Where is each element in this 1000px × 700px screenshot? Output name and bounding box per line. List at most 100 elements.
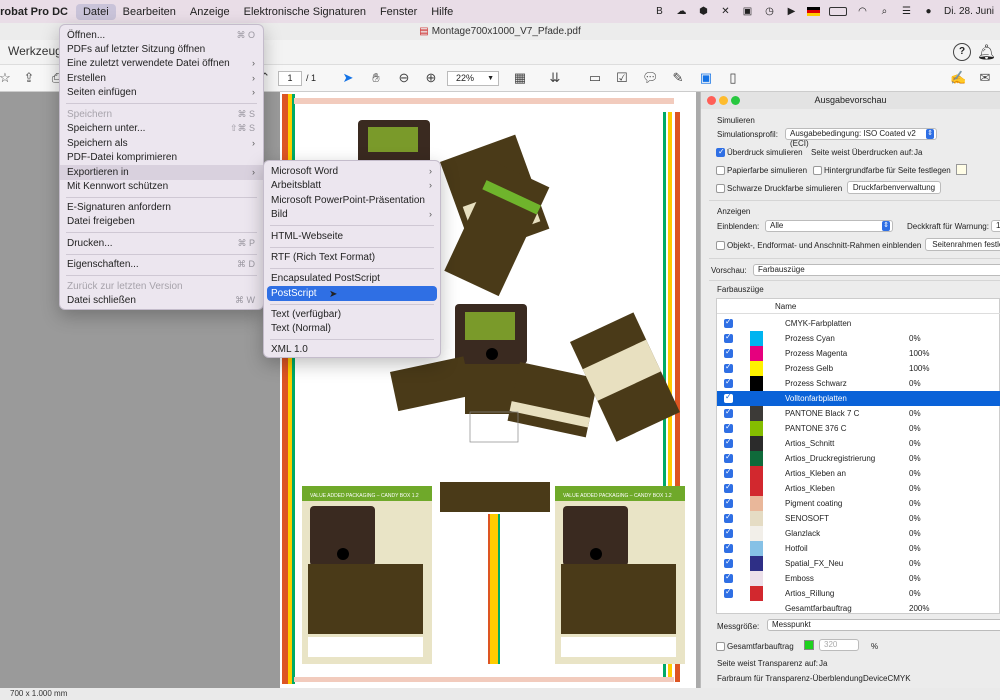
wifi-icon[interactable]: ◠	[856, 5, 869, 18]
menu-item-speichern-unter[interactable]: Speichern unter... ⇧⌘ S	[60, 121, 263, 136]
row-checkbox[interactable]	[724, 572, 733, 583]
play-icon[interactable]: ▶	[785, 5, 798, 18]
row-checkbox[interactable]	[724, 557, 733, 568]
table-row[interactable]: Pigment coating 0%	[717, 496, 1000, 511]
battery-icon[interactable]	[828, 7, 847, 16]
row-checkbox[interactable]	[724, 512, 733, 523]
table-row[interactable]: Artios_Kleben an 0%	[717, 466, 1000, 481]
gesamt-color-swatch[interactable]	[804, 640, 814, 650]
menu-hilfe[interactable]: Hilfe	[424, 4, 460, 20]
menu-item-drucken[interactable]: Drucken... ⌘ P	[60, 236, 263, 251]
menu-item-kennwort[interactable]: Mit Kennwort schützen	[60, 179, 263, 194]
row-checkbox[interactable]	[724, 407, 733, 418]
table-row[interactable]: CMYK-Farbplatten	[717, 316, 1000, 331]
menu-item-oeffnen[interactable]: Öffnen... ⌘ O	[60, 28, 263, 43]
hexagon-icon[interactable]: ⬢	[697, 5, 710, 18]
select-arrow-icon[interactable]: ➤	[340, 70, 356, 86]
menu-item-e-signaturen[interactable]: E-Signaturen anfordern	[60, 200, 263, 215]
siri-icon[interactable]: ●	[922, 5, 935, 18]
objekt-checkbox[interactable]	[716, 241, 725, 250]
email-icon[interactable]: ✉	[977, 70, 993, 86]
export-xml[interactable]: XML 1.0	[264, 342, 440, 357]
page-number-input[interactable]: 1	[278, 71, 302, 86]
ueberdruck-checkbox[interactable]	[716, 147, 725, 157]
menu-item-seiten-einfuegen[interactable]: Seiten einfügen ›	[60, 85, 263, 100]
table-row[interactable]: PANTONE 376 C 0%	[717, 421, 1000, 436]
einblenden-select[interactable]: Alle ⇕	[765, 220, 893, 232]
table-row[interactable]: Artios_Kleben 0%	[717, 481, 1000, 496]
export-html[interactable]: HTML-Webseite	[264, 229, 440, 244]
maximize-icon[interactable]	[731, 96, 740, 105]
export-text-verfuegbar[interactable]: Text (verfügbar)	[264, 307, 440, 322]
page-layout-icon[interactable]: ▦	[512, 70, 528, 86]
hand-tool-icon[interactable]: ✋︎	[368, 70, 384, 86]
table-row[interactable]: Artios_Schnitt 0%	[717, 436, 1000, 451]
row-checkbox[interactable]	[724, 422, 733, 433]
german-flag-icon[interactable]	[806, 7, 820, 16]
help-icon[interactable]: ?	[953, 43, 971, 61]
row-checkbox[interactable]	[724, 347, 733, 358]
table-row[interactable]: Hotfoil 0%	[717, 541, 1000, 556]
row-checkbox[interactable]	[724, 377, 733, 388]
menu-item-erstellen[interactable]: Erstellen ›	[60, 71, 263, 86]
menu-datei[interactable]: Datei	[75, 3, 116, 20]
table-row[interactable]: Prozess Magenta 100%	[717, 346, 1000, 361]
row-checkbox[interactable]	[724, 392, 733, 403]
export-word[interactable]: Microsoft Word ›	[264, 164, 440, 179]
hintergrund-checkbox[interactable]	[813, 166, 822, 175]
menu-bearbeiten[interactable]: Bearbeiten	[116, 4, 183, 20]
export-postscript[interactable]: PostScript	[267, 286, 437, 301]
deckkraft-input[interactable]: 10	[991, 220, 1000, 232]
close-icon[interactable]	[707, 96, 716, 105]
messgroesse-select[interactable]: Messpunkt	[767, 619, 1000, 631]
schwarz-checkbox[interactable]	[716, 184, 725, 193]
comment-icon[interactable]: 💬︎	[642, 70, 659, 86]
output-preview-icon[interactable]: ▣	[698, 70, 714, 86]
menu-item-datei-schliessen[interactable]: Datei schließen ⌘ W	[60, 293, 263, 308]
creative-cloud-icon[interactable]: ☁	[675, 5, 688, 18]
menu-item-exportieren-in[interactable]: Exportieren in ›	[60, 165, 263, 180]
export-eps[interactable]: Encapsulated PostScript	[264, 271, 440, 286]
tool-icon[interactable]: ✕	[719, 5, 732, 18]
menu-item-speichern-als[interactable]: Speichern als ›	[60, 136, 263, 151]
papierfarbe-checkbox[interactable]	[716, 166, 725, 175]
bold-b-icon[interactable]: B	[653, 5, 666, 18]
table-row[interactable]: Prozess Gelb 100%	[717, 361, 1000, 376]
table-row[interactable]: Volltonfarbplatten	[717, 391, 1000, 406]
menu-anzeige[interactable]: Anzeige	[183, 4, 237, 20]
scroll-mode-icon[interactable]: ⇊	[547, 70, 563, 86]
search-icon[interactable]: ⌕	[878, 5, 891, 18]
notifications-bell-icon[interactable]: 🔔︎	[977, 43, 996, 61]
table-row[interactable]: Artios_Rillung 0%	[717, 586, 1000, 601]
row-checkbox[interactable]	[724, 437, 733, 448]
menu-elektronische-signaturen[interactable]: Elektronische Signaturen	[237, 4, 373, 20]
menu-item-pdfs-letzte-sitzung[interactable]: PDFs auf letzter Sitzung öffnen	[60, 42, 263, 57]
table-row[interactable]: Gesamtfarbauftrag 200%	[717, 601, 1000, 616]
name-column-header[interactable]: Name	[775, 302, 796, 311]
zoom-out-icon[interactable]: ⊖	[396, 70, 412, 86]
row-checkbox[interactable]	[724, 362, 733, 373]
seitenrahmen-button[interactable]: Seitenrahmen festleg	[925, 238, 1000, 251]
menu-item-pdf-komprimieren[interactable]: PDF-Datei komprimieren	[60, 150, 263, 165]
table-row[interactable]: PANTONE Black 7 C 0%	[717, 406, 1000, 421]
control-center-icon[interactable]: ☰	[900, 5, 913, 18]
draw-pen-icon[interactable]: ✎	[670, 70, 686, 86]
form-icon[interactable]: ☑	[614, 70, 630, 86]
row-checkbox[interactable]	[724, 467, 733, 478]
row-checkbox[interactable]	[724, 527, 733, 538]
export-rtf[interactable]: RTF (Rich Text Format)	[264, 250, 440, 265]
gesamt-checkbox[interactable]	[716, 642, 725, 651]
menu-item-zuletzt-verwendet[interactable]: Eine zuletzt verwendete Datei öffnen ›	[60, 56, 263, 71]
zoom-select[interactable]: 22% ▼	[447, 71, 499, 86]
export-powerpoint[interactable]: Microsoft PowerPoint-Präsentation	[264, 193, 440, 208]
minimize-icon[interactable]	[719, 96, 728, 105]
table-row[interactable]: Prozess Cyan 0%	[717, 331, 1000, 346]
sign-icon[interactable]: ✍	[950, 70, 966, 86]
menu-item-eigenschaften[interactable]: Eigenschaften... ⌘ D	[60, 257, 263, 272]
zoom-in-icon[interactable]: ⊕	[423, 70, 439, 86]
app-name[interactable]: crobat Pro DC	[0, 6, 68, 18]
table-row[interactable]: Spatial_FX_Neu 0%	[717, 556, 1000, 571]
table-row[interactable]: Prozess Schwarz 0%	[717, 376, 1000, 391]
row-checkbox[interactable]	[724, 482, 733, 493]
row-checkbox[interactable]	[724, 452, 733, 463]
